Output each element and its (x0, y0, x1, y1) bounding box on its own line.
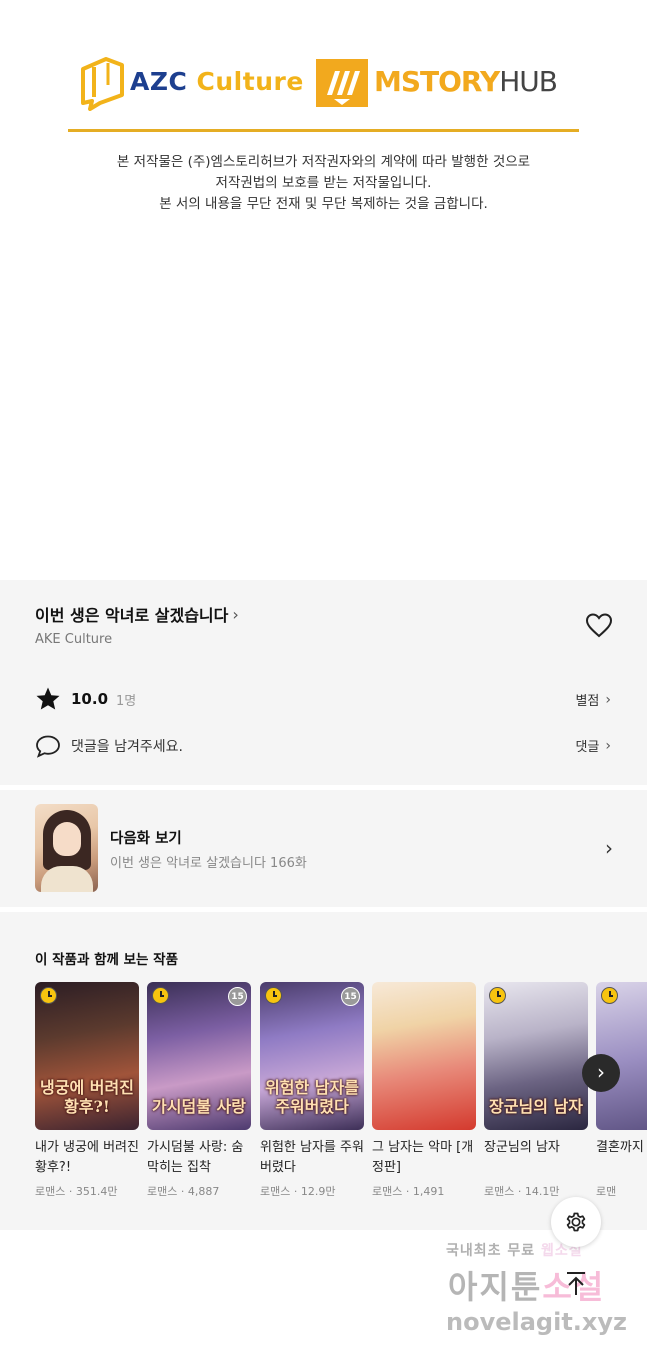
mstory-badge-icon (316, 59, 368, 107)
card-meta: 로맨스 · 4,887 (147, 1185, 220, 1198)
card-meta: 로맨스 · 351.4만 (35, 1185, 118, 1198)
comment-prompt: 댓글을 남겨주세요. (71, 739, 183, 755)
card-title: 결혼까지 (596, 1140, 644, 1155)
chevron-right-icon: › (605, 691, 611, 708)
chevron-right-icon: › (232, 604, 239, 624)
cover-title: 가시덤불 사랑 (152, 1097, 246, 1116)
cover-image: 15 위험한 남자를 주워버렸다 (260, 982, 364, 1130)
recommendations-carousel: 냉궁에 버려진 황후?! 내가 냉궁에 버려진 황후?! 로맨스 · 351.4… (35, 982, 647, 1222)
star-icon (36, 687, 60, 710)
age-rating-badge: 15 (228, 987, 247, 1006)
comment-icon (36, 735, 60, 758)
site-watermark: 국내최초 무료 웹소설 아지툰소설 novelagit.xyz (420, 1238, 640, 1348)
comment-input-row[interactable]: 댓글을 남겨주세요. (35, 734, 183, 758)
recommendations-heading: 이 작품과 함께 보는 작품 (35, 952, 178, 968)
recommendation-card[interactable]: 15 위험한 남자를 주워버렸다 위험한 남자를 주워버렸다 로맨스 · 12.… (260, 982, 364, 1199)
card-title: 장군님의 남자 (484, 1140, 560, 1155)
cover-image (372, 982, 476, 1130)
cover-image: 장군님의 남자 (484, 982, 588, 1130)
azc-culture-logo: AZC Culture (80, 55, 310, 115)
gear-icon (566, 1212, 586, 1232)
watermark-url: novelagit.xyz (446, 1308, 628, 1336)
recommendation-card[interactable]: 그 남자는 악마 [개정판] 로맨스 · 1,491 (372, 982, 476, 1199)
notice-line: 본 서의 내용을 무단 전재 및 무단 복제하는 것을 금합니다. (159, 196, 488, 212)
recommendations-section: 이 작품과 함께 보는 작품 냉궁에 버려진 황후?! 내가 냉궁에 버려진 황… (0, 912, 647, 1230)
cover-title: 냉궁에 버려진 황후?! (40, 1078, 134, 1116)
card-title: 위험한 남자를 주워버렸다 (260, 1140, 364, 1175)
next-episode-subtitle: 이번 생은 악녀로 살겠습니다 166화 (110, 856, 307, 871)
azc-wordmark: AZC Culture (130, 67, 304, 96)
clock-icon (40, 987, 57, 1004)
recommendation-card[interactable]: 장군님의 남자 장군님의 남자 로맨스 · 14.1만 (484, 982, 588, 1199)
rating-value: 10.0 (71, 690, 109, 708)
card-meta: 로맨스 · 1,491 (372, 1185, 445, 1198)
mstoryhub-logo: MSTORYHUB (316, 59, 576, 111)
chevron-right-icon: › (605, 737, 611, 754)
card-title: 내가 냉궁에 버려진 황후?! (35, 1140, 139, 1175)
copyright-notice: 본 저작물은 (주)엠스토리허브가 저작권자와의 계약에 따라 발행한 것으로 … (40, 152, 607, 215)
card-meta: 로맨 (596, 1185, 617, 1198)
notice-line: 본 저작물은 (주)엠스토리허브가 저작권자와의 계약에 따라 발행한 것으로 (116, 154, 531, 170)
recommendation-card[interactable]: 15 가시덤불 사랑 가시덤불 사랑: 숨 막히는 집착 로맨스 · 4,887 (147, 982, 251, 1199)
cover-title: 장군님의 남자 (489, 1097, 583, 1116)
card-title: 가시덤불 사랑: 숨 막히는 집착 (147, 1140, 244, 1175)
age-rating-badge: 15 (341, 987, 360, 1006)
carousel-next-button[interactable]: › (582, 1054, 620, 1092)
score-link[interactable]: 별점 › (575, 690, 611, 710)
publisher-logos: AZC Culture MSTORYHUB (0, 55, 647, 115)
divider-line (68, 129, 579, 132)
score-link-label: 별점 (575, 694, 600, 709)
next-episode-thumbnail (35, 804, 98, 892)
copyright-header: AZC Culture MSTORYHUB 본 저작물은 (주)엠스토리허브가 … (0, 0, 647, 580)
settings-button[interactable] (551, 1197, 601, 1247)
rating-row: 10.0 1명 (35, 686, 136, 712)
cover-title: 위험한 남자를 주워버렸다 (265, 1078, 359, 1116)
clock-icon (489, 987, 506, 1004)
comments-link-label: 댓글 (575, 740, 600, 755)
clock-icon (265, 987, 282, 1004)
azc-book-icon (81, 57, 124, 111)
work-title: 이번 생은 악녀로 살겠습니다 (35, 606, 229, 625)
notice-line: 저작권법의 보호를 받는 저작물입니다. (215, 175, 432, 191)
cover-image: 15 가시덤불 사랑 (147, 982, 251, 1130)
rating-count: 1명 (116, 693, 137, 709)
cover-image: 냉궁에 버려진 황후?! (35, 982, 139, 1130)
mstoryhub-wordmark: MSTORYHUB (374, 65, 558, 98)
work-author: AKE Culture (35, 632, 113, 647)
work-info-section: 이번 생은 악녀로 살겠습니다 › AKE Culture 10.0 1명 별점… (0, 580, 647, 785)
clock-icon (601, 987, 618, 1004)
clock-icon (152, 987, 169, 1004)
heart-icon[interactable] (585, 612, 613, 638)
chevron-right-icon: › (605, 836, 613, 860)
comments-link[interactable]: 댓글 › (575, 736, 611, 756)
next-episode-label: 다음화 보기 (110, 831, 182, 847)
work-title-link[interactable]: 이번 생은 악녀로 살겠습니다 › (35, 602, 239, 626)
card-title: 그 남자는 악마 [개정판] (372, 1140, 474, 1175)
arrow-up-icon (567, 1272, 585, 1295)
recommendation-card[interactable]: 냉궁에 버려진 황후?! 내가 냉궁에 버려진 황후?! 로맨스 · 351.4… (35, 982, 139, 1199)
scroll-to-top-button[interactable] (556, 1262, 596, 1302)
card-meta: 로맨스 · 12.9만 (260, 1185, 336, 1198)
next-episode-card[interactable]: 다음화 보기 이번 생은 악녀로 살겠습니다 166화 › (0, 790, 647, 907)
